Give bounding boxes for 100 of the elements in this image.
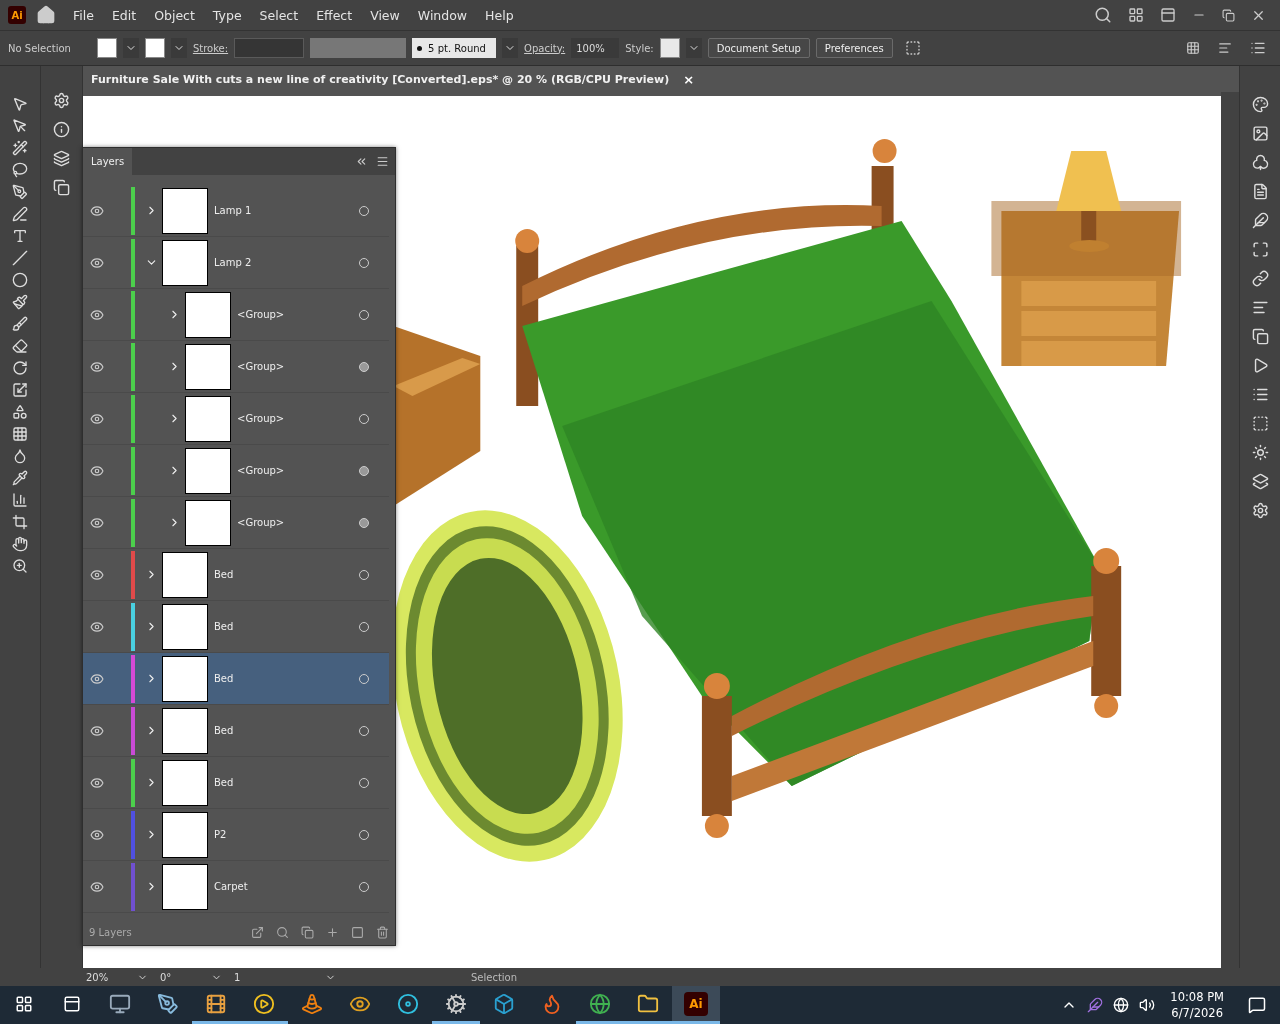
hand-icon[interactable] [12, 536, 28, 552]
menu-item[interactable]: Effect [309, 7, 360, 23]
grid-icon[interactable] [1186, 41, 1200, 55]
gear-icon[interactable] [445, 992, 467, 1015]
start-icon[interactable] [15, 994, 33, 1013]
feather-icon[interactable] [1087, 997, 1104, 1013]
visibility-icon[interactable] [90, 359, 104, 374]
toolbar-button[interactable]: Document Setup [707, 38, 810, 58]
target-circle[interactable] [359, 361, 369, 372]
artboard-icon[interactable] [12, 514, 28, 530]
artboard-field[interactable]: 1 [230, 969, 340, 985]
menu-item[interactable]: View [363, 7, 407, 23]
visibility-icon[interactable] [90, 723, 104, 738]
palette-icon[interactable] [1251, 96, 1269, 113]
opacity-field[interactable]: 100% [571, 38, 620, 58]
visibility-icon[interactable] [90, 463, 104, 478]
document-icon[interactable] [1251, 183, 1269, 200]
task-view-icon[interactable] [63, 994, 81, 1013]
pen-line-icon[interactable] [12, 206, 28, 222]
home-icon[interactable] [36, 5, 56, 25]
target-circle[interactable] [359, 465, 369, 476]
menu-item[interactable]: Object [147, 7, 202, 23]
lasso-icon[interactable] [12, 162, 28, 178]
link-icon[interactable] [1251, 270, 1269, 287]
graph-icon[interactable] [12, 492, 28, 508]
hollow-pointer-icon[interactable] [12, 118, 28, 134]
notification-icon[interactable] [1248, 996, 1266, 1014]
layers-icon[interactable] [1251, 473, 1269, 490]
scale-icon[interactable] [12, 382, 28, 398]
list-icon[interactable] [1251, 386, 1269, 403]
zoom-icon[interactable] [12, 558, 28, 574]
folder-icon[interactable] [637, 992, 659, 1015]
dashed-square-icon[interactable] [1251, 415, 1269, 432]
menu-item[interactable]: Window [410, 7, 475, 23]
app-logo[interactable]: Ai [684, 991, 708, 1016]
stroke-swatch[interactable] [144, 38, 165, 58]
layers-icon[interactable] [53, 150, 70, 167]
align-icon[interactable] [1251, 299, 1269, 316]
taskbar-item[interactable]: Ai [672, 986, 720, 1024]
info-icon[interactable] [53, 121, 70, 138]
variable-width-field[interactable] [310, 38, 407, 58]
zoom-field[interactable]: 20% [82, 969, 152, 985]
layer-row[interactable]: Lamp 1 [83, 185, 389, 237]
opacity-label[interactable]: Opacity: [524, 42, 566, 54]
globe-icon[interactable] [589, 992, 611, 1015]
visibility-icon[interactable] [90, 567, 104, 582]
visibility-icon[interactable] [90, 255, 104, 270]
menu-item[interactable]: File [66, 7, 101, 23]
copy-icon[interactable] [1251, 328, 1269, 345]
search-icon[interactable] [1094, 6, 1112, 24]
visibility-icon[interactable] [90, 515, 104, 530]
eraser-icon[interactable] [12, 338, 28, 354]
eyedropper-icon[interactable] [12, 470, 28, 486]
stroke-label[interactable]: Stroke: [192, 42, 229, 54]
trash-icon[interactable] [376, 925, 389, 939]
transform-icon[interactable] [1251, 241, 1269, 258]
traffic-cone-icon[interactable] [301, 992, 323, 1015]
menu-item[interactable]: Help [478, 7, 521, 23]
layer-row[interactable]: Lamp 2 [83, 237, 389, 289]
gradient-icon[interactable] [12, 448, 28, 464]
paintbrush-icon[interactable] [12, 294, 28, 310]
play-icon[interactable] [253, 992, 275, 1015]
list-icon[interactable] [1250, 40, 1266, 56]
style-swatch[interactable] [659, 38, 680, 58]
layer-row[interactable]: Bed [83, 705, 389, 757]
mesh-icon[interactable] [12, 426, 28, 442]
ellipse-tool-icon[interactable] [12, 272, 28, 288]
align-icon[interactable] [1218, 41, 1232, 55]
artboards-icon[interactable] [53, 179, 70, 196]
line-tool-icon[interactable] [12, 250, 28, 266]
menu-icon[interactable] [376, 155, 389, 168]
selection-icon[interactable] [904, 40, 921, 56]
volume-icon[interactable] [1139, 997, 1156, 1013]
pen-icon[interactable] [157, 992, 179, 1015]
visibility-icon[interactable] [90, 619, 104, 634]
visibility-icon[interactable] [90, 671, 104, 686]
close-tab-button[interactable]: × [683, 71, 695, 87]
rotation-field[interactable]: 0° [156, 969, 226, 985]
rotate-icon[interactable] [12, 360, 28, 376]
disc-icon[interactable] [397, 992, 419, 1015]
brush-field[interactable]: 5 pt. Round [412, 38, 497, 58]
visibility-icon[interactable] [90, 203, 104, 218]
new-layer-icon[interactable] [351, 925, 364, 939]
search-icon[interactable] [276, 925, 289, 939]
collapse-icon[interactable] [355, 155, 368, 168]
image-icon[interactable] [1251, 125, 1269, 142]
arrow-pointer-icon[interactable] [12, 96, 28, 112]
layer-row[interactable]: <Group> [83, 497, 389, 549]
layer-row[interactable]: <Group> [83, 445, 389, 497]
layer-row[interactable]: Bed [83, 601, 389, 653]
restore-icon[interactable] [1222, 8, 1235, 22]
layer-row[interactable]: <Group> [83, 393, 389, 445]
network-icon[interactable] [1113, 997, 1130, 1013]
layer-row[interactable]: <Group> [83, 341, 389, 393]
panel-tab[interactable]: Layers [83, 148, 133, 175]
fill-swatch[interactable] [96, 38, 117, 58]
menu-item[interactable]: Select [252, 7, 306, 23]
club-icon[interactable] [1251, 154, 1269, 171]
export-icon[interactable] [251, 925, 264, 939]
stroke-weight-field[interactable] [234, 38, 305, 58]
